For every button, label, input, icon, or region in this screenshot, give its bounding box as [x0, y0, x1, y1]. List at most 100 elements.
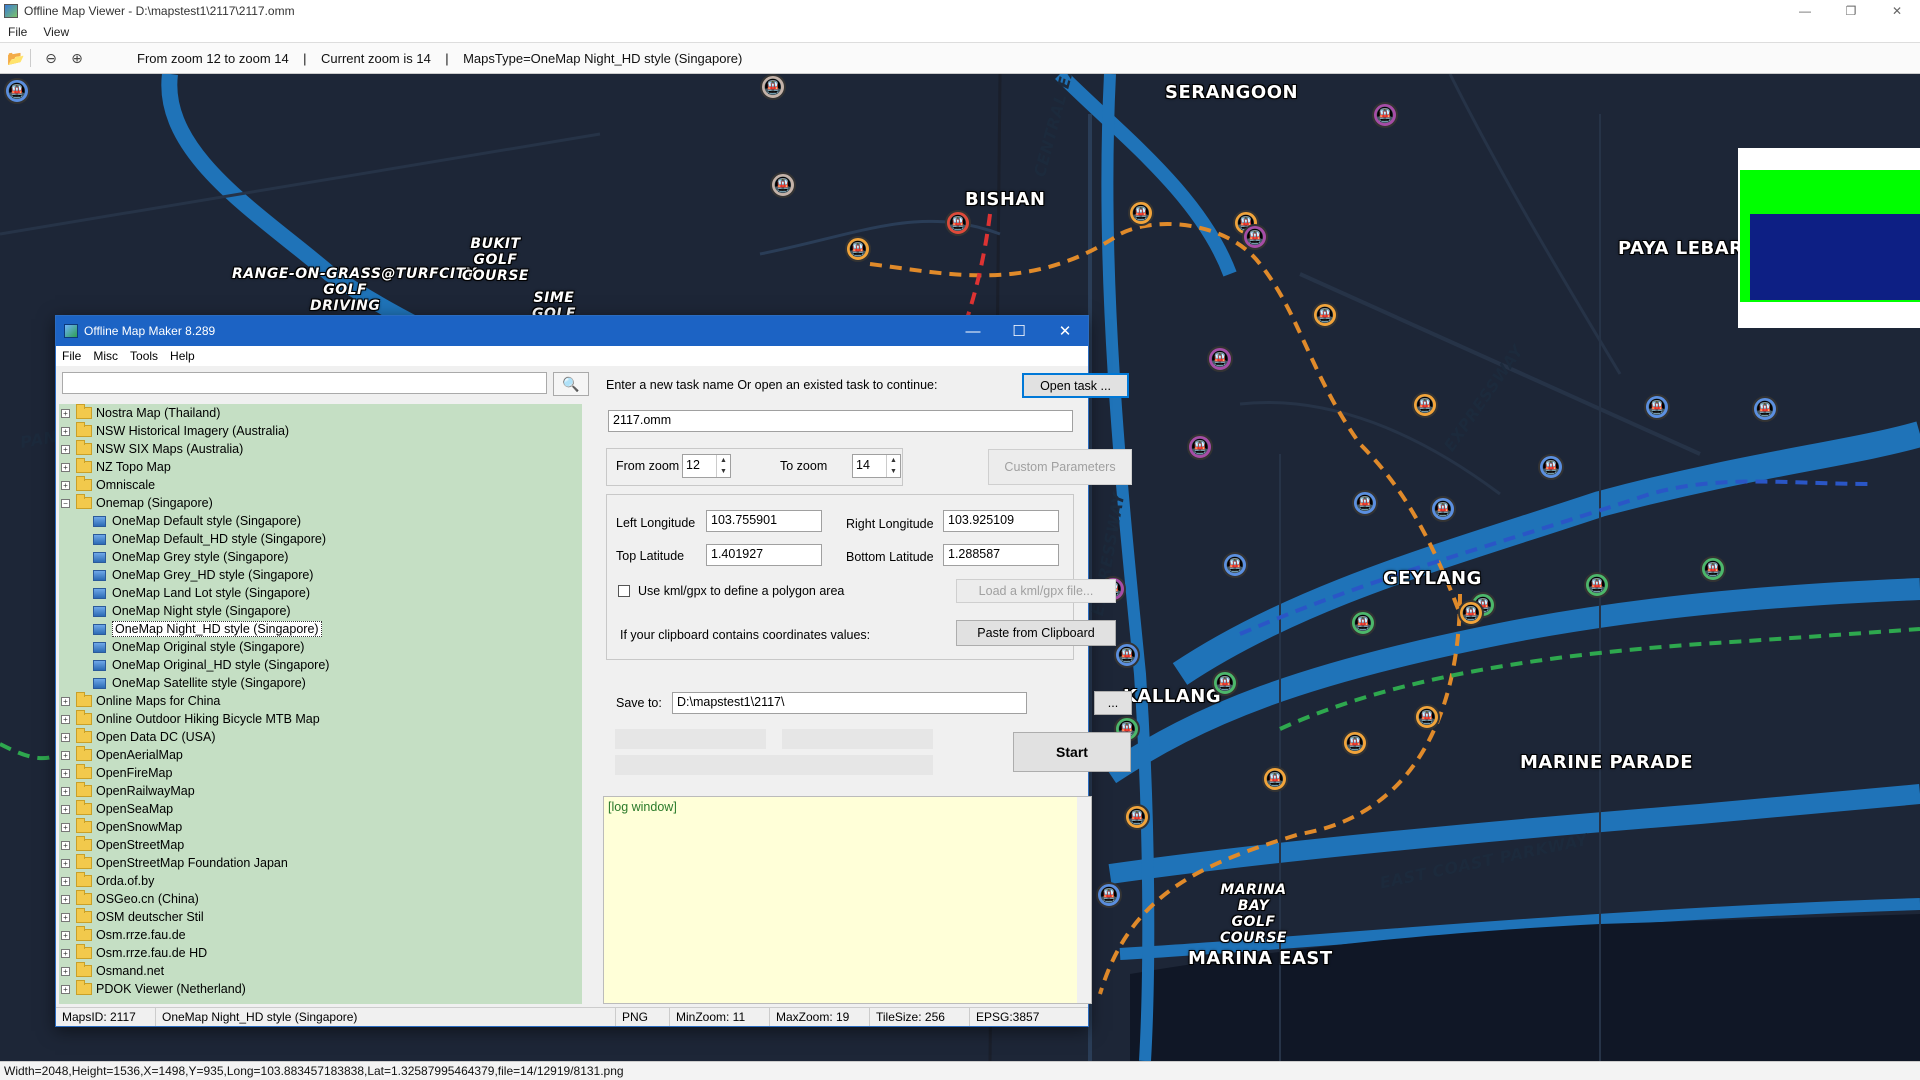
tree-item[interactable]: + Omniscale [59, 476, 582, 494]
mrt-station-icon[interactable]: 🚇 [1430, 496, 1456, 522]
tree-item[interactable]: OneMap Night_HD style (Singapore) [59, 620, 582, 638]
mrt-station-icon[interactable]: 🚇 [1096, 882, 1122, 908]
tree-item[interactable]: + Online Maps for China [59, 692, 582, 710]
minimize-button[interactable]: — [1782, 0, 1828, 22]
tree-item[interactable]: OneMap Grey style (Singapore) [59, 548, 582, 566]
mrt-station-icon[interactable]: 🚇 [1207, 346, 1233, 372]
expand-icon[interactable]: + [61, 714, 70, 724]
mrt-station-icon[interactable]: 🚇 [1350, 610, 1376, 636]
spin-up-icon[interactable]: ▲ [887, 455, 900, 466]
mrt-station-icon[interactable]: 🚇 [1372, 102, 1398, 128]
maximize-button[interactable]: ❐ [1828, 0, 1874, 22]
mrt-station-icon[interactable]: 🚇 [1187, 434, 1213, 460]
expand-icon[interactable]: + [61, 948, 70, 958]
kml-checkbox-label[interactable]: Use kml/gpx to define a polygon area [638, 584, 844, 598]
search-icon[interactable]: 🔍 [553, 372, 589, 396]
expand-icon[interactable]: + [61, 804, 70, 814]
mrt-station-icon[interactable]: 🚇 [1128, 200, 1154, 226]
mrt-station-icon[interactable]: 🚇 [1312, 302, 1338, 328]
tree-item[interactable]: OneMap Grey_HD style (Singapore) [59, 566, 582, 584]
expand-icon[interactable]: + [61, 426, 70, 436]
log-scrollbar[interactable] [1077, 797, 1091, 1003]
dialog-maximize-button[interactable]: ☐ [996, 316, 1042, 346]
tree-item[interactable]: OneMap Land Lot style (Singapore) [59, 584, 582, 602]
expand-icon[interactable]: + [61, 984, 70, 994]
expand-icon[interactable]: + [61, 750, 70, 760]
tree-item[interactable]: + NSW SIX Maps (Australia) [59, 440, 582, 458]
dialog-menu-tools[interactable]: Tools [124, 349, 164, 363]
tree-item[interactable]: + OSGeo.cn (China) [59, 890, 582, 908]
tree-item[interactable]: OneMap Original style (Singapore) [59, 638, 582, 656]
mrt-station-icon[interactable]: 🚇 [1262, 766, 1288, 792]
mrt-station-icon[interactable]: 🚇 [1352, 490, 1378, 516]
tree-item[interactable]: + Osm.rrze.fau.de [59, 926, 582, 944]
zoom-out-icon[interactable]: ⊖ [41, 48, 61, 68]
map-source-tree[interactable]: + Nostra Map (Thailand) + NSW Historical Im… [59, 404, 582, 1004]
mrt-station-icon[interactable]: 🚇 [770, 172, 796, 198]
tree-item[interactable]: OneMap Default style (Singapore) [59, 512, 582, 530]
mrt-station-icon[interactable]: 🚇 [1458, 600, 1484, 626]
tree-item[interactable]: + OSM deutscher Stil [59, 908, 582, 926]
expand-icon[interactable]: + [61, 444, 70, 454]
search-input[interactable] [62, 372, 547, 394]
mrt-station-icon[interactable]: 🚇 [845, 236, 871, 262]
close-button[interactable]: ✕ [1874, 0, 1920, 22]
tree-item[interactable]: OneMap Night style (Singapore) [59, 602, 582, 620]
dialog-close-button[interactable]: ✕ [1042, 316, 1088, 346]
expand-icon[interactable]: + [61, 696, 70, 706]
dialog-menu-help[interactable]: Help [164, 349, 201, 363]
mrt-station-icon[interactable]: 🚇 [1414, 704, 1440, 730]
tree-item[interactable]: + NSW Historical Imagery (Australia) [59, 422, 582, 440]
mrt-station-icon[interactable]: 🚇 [1412, 392, 1438, 418]
mrt-station-icon[interactable]: 🚇 [1700, 556, 1726, 582]
menu-view[interactable]: View [35, 25, 77, 39]
expand-icon[interactable]: + [61, 462, 70, 472]
dialog-titlebar[interactable]: Offline Map Maker 8.289 — ☐ ✕ [56, 316, 1088, 346]
minimap-viewport[interactable] [1750, 214, 1920, 300]
bottom-latitude-input[interactable]: 1.288587 [943, 544, 1059, 566]
tree-item[interactable]: − Onemap (Singapore) [59, 494, 582, 512]
expand-icon[interactable]: + [61, 930, 70, 940]
task-name-input[interactable]: 2117.omm [608, 410, 1073, 432]
mrt-station-icon[interactable]: 🚇 [760, 74, 786, 100]
spin-down-icon[interactable]: ▼ [717, 466, 730, 477]
expand-icon[interactable]: + [61, 840, 70, 850]
mrt-station-icon[interactable]: 🚇 [1644, 394, 1670, 420]
kml-checkbox[interactable] [618, 585, 630, 597]
expand-icon[interactable]: + [61, 858, 70, 868]
tree-item[interactable]: + OpenRailwayMap [59, 782, 582, 800]
right-longitude-input[interactable]: 103.925109 [943, 510, 1059, 532]
tree-item[interactable]: OneMap Default_HD style (Singapore) [59, 530, 582, 548]
expand-icon[interactable]: + [61, 786, 70, 796]
mrt-station-icon[interactable]: 🚇 [1342, 730, 1368, 756]
tree-item[interactable]: + OpenStreetMap Foundation Japan [59, 854, 582, 872]
tree-item[interactable]: + OpenSeaMap [59, 800, 582, 818]
mrt-station-icon[interactable]: 🚇 [1222, 552, 1248, 578]
expand-icon[interactable]: + [61, 768, 70, 778]
tree-item[interactable]: + OpenFireMap [59, 764, 582, 782]
expand-icon[interactable]: + [61, 876, 70, 886]
spin-up-icon[interactable]: ▲ [717, 455, 730, 466]
load-kml-button[interactable]: Load a kml/gpx file... [956, 579, 1116, 603]
tree-item[interactable]: + OpenSnowMap [59, 818, 582, 836]
custom-parameters-button[interactable]: Custom Parameters [988, 449, 1132, 485]
paste-clipboard-button[interactable]: Paste from Clipboard [956, 620, 1116, 646]
mrt-station-icon[interactable]: 🚇 [1242, 224, 1268, 250]
open-folder-icon[interactable]: 📂 [6, 48, 26, 68]
expand-icon[interactable]: + [61, 732, 70, 742]
from-zoom-stepper[interactable]: 12 ▲ ▼ [682, 454, 731, 478]
top-latitude-input[interactable]: 1.401927 [706, 544, 822, 566]
minimap[interactable] [1738, 148, 1920, 328]
tree-item[interactable]: OneMap Original_HD style (Singapore) [59, 656, 582, 674]
spin-down-icon[interactable]: ▼ [887, 466, 900, 477]
expand-icon[interactable]: + [61, 894, 70, 904]
tree-item[interactable]: + OpenAerialMap [59, 746, 582, 764]
mrt-station-icon[interactable]: 🚇 [1124, 804, 1150, 830]
mrt-station-icon[interactable]: 🚇 [945, 210, 971, 236]
mrt-station-icon[interactable]: 🚇 [1752, 396, 1778, 422]
tree-item[interactable]: + Nostra Map (Thailand) [59, 404, 582, 422]
browse-button[interactable]: ... [1094, 691, 1132, 715]
save-to-input[interactable]: D:\mapstest1\2117\ [672, 692, 1027, 714]
tree-item[interactable]: + Online Outdoor Hiking Bicycle MTB Map [59, 710, 582, 728]
mrt-station-icon[interactable]: 🚇 [1538, 454, 1564, 480]
